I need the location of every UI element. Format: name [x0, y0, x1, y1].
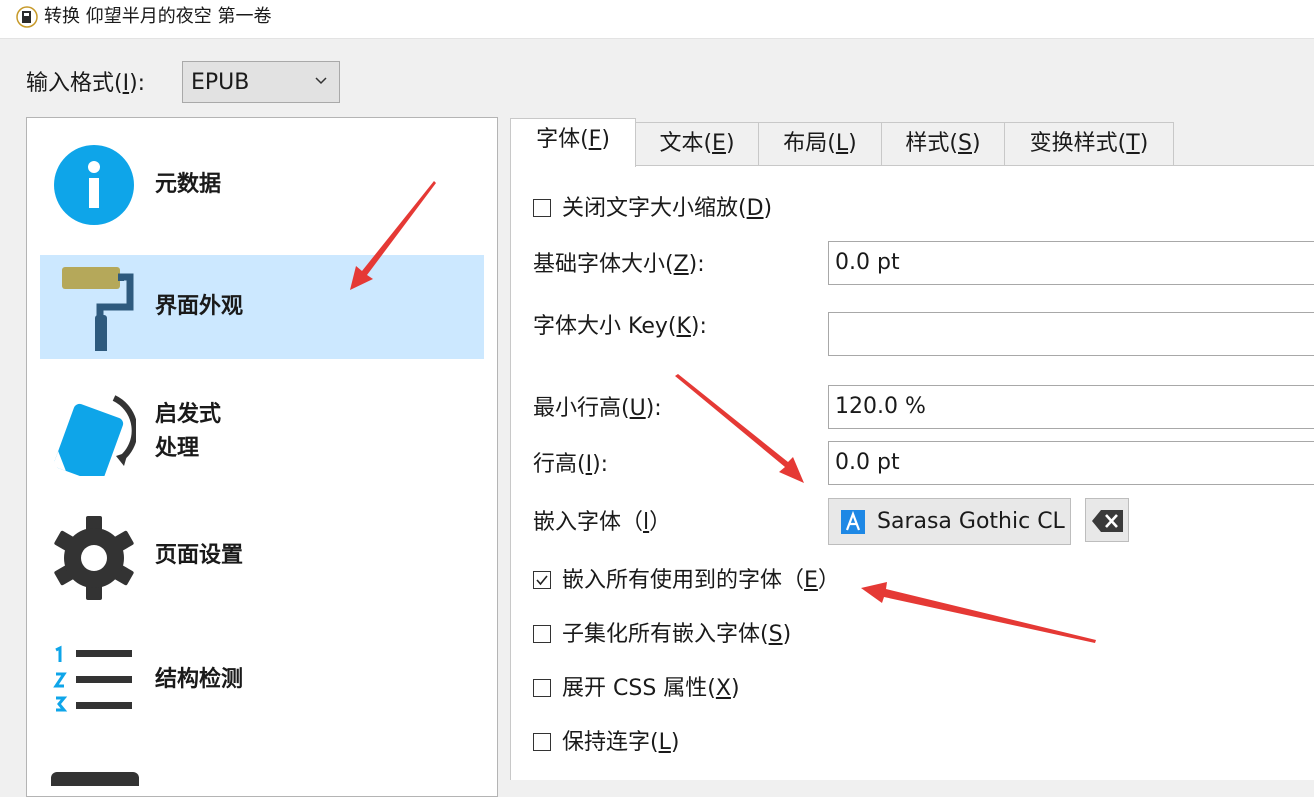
checkbox-box[interactable] — [533, 679, 551, 697]
tab-layout[interactable]: 布局(L) — [758, 122, 882, 166]
font-icon — [841, 510, 865, 534]
input-format-select[interactable]: EPUB — [182, 61, 340, 103]
sidebar-item-label: 结构检测 — [155, 667, 244, 692]
calibre-app-icon — [16, 6, 38, 28]
checkbox-box[interactable] — [533, 733, 551, 751]
line-height-label: 行高(I): — [533, 452, 609, 477]
info-icon — [54, 145, 134, 225]
base-font-size-input[interactable]: 0.0 pt — [828, 241, 1314, 285]
sidebar-item-page-setup[interactable]: 页面设置 — [40, 504, 484, 608]
line-height-input[interactable]: 0.0 pt — [828, 441, 1314, 485]
window-title: 转换 仰望半月的夜空 第一卷 — [44, 6, 272, 27]
font-size-key-label: 字体大小 Key(K): — [533, 314, 707, 339]
embed-font-label: 嵌入字体（l） — [533, 510, 672, 535]
embed-font-button[interactable]: Sarasa Gothic CL — [828, 498, 1071, 545]
tab-styling[interactable]: 样式(S) — [881, 122, 1005, 166]
backspace-clear-icon — [1092, 510, 1123, 532]
sidebar-item-label: 界面外观 — [155, 294, 244, 319]
sidebar-item-structure-detection[interactable]: 结构检测 — [40, 628, 484, 732]
embed-font-value: Sarasa Gothic CL — [877, 509, 1065, 534]
checkmark-icon — [536, 575, 548, 586]
tab-font[interactable]: 字体(F) — [510, 118, 636, 167]
sidebar-item-label: 页面设置 — [155, 543, 244, 568]
base-font-size-label: 基础字体大小(Z): — [533, 252, 705, 277]
input-format-label: 输入格式(I): — [26, 71, 146, 96]
clear-font-button[interactable] — [1085, 498, 1129, 542]
sidebar-item-look-and-feel[interactable]: 界面外观 — [40, 255, 484, 359]
sidebar-item-partial — [51, 772, 139, 786]
heuristics-icon — [52, 395, 136, 476]
chevron-down-icon — [315, 77, 327, 85]
font-size-key-input[interactable] — [828, 312, 1314, 356]
tab-transform-styles[interactable]: 变换样式(T) — [1004, 122, 1174, 166]
sidebar-item-metadata[interactable]: 元数据 — [40, 131, 484, 235]
sidebar-item-label: 启发式 — [155, 402, 222, 427]
paint-roller-icon — [62, 267, 134, 351]
checkbox-box[interactable] — [533, 571, 551, 589]
min-line-height-label: 最小行高(U): — [533, 396, 662, 421]
gear-icon — [54, 516, 134, 600]
title-bar: 转换 仰望半月的夜空 第一卷 — [0, 0, 1314, 39]
options-sidebar: 元数据 界面外观 启发式 处理 页面设置 结构检测 — [26, 117, 498, 797]
sidebar-item-label-line2: 处理 — [155, 436, 200, 461]
min-line-height-input[interactable]: 120.0 % — [828, 385, 1314, 429]
tab-text[interactable]: 文本(E) — [635, 122, 759, 166]
checkbox-box[interactable] — [533, 199, 551, 217]
checkbox-box[interactable] — [533, 625, 551, 643]
numbered-list-icon — [53, 645, 132, 712]
input-format-value: EPUB — [191, 70, 250, 95]
option-tabs: 字体(F) 文本(E) 布局(L) 样式(S) 变换样式(T) — [510, 118, 1314, 167]
sidebar-item-label: 元数据 — [155, 172, 222, 197]
sidebar-item-heuristics[interactable]: 启发式 处理 — [40, 380, 484, 484]
